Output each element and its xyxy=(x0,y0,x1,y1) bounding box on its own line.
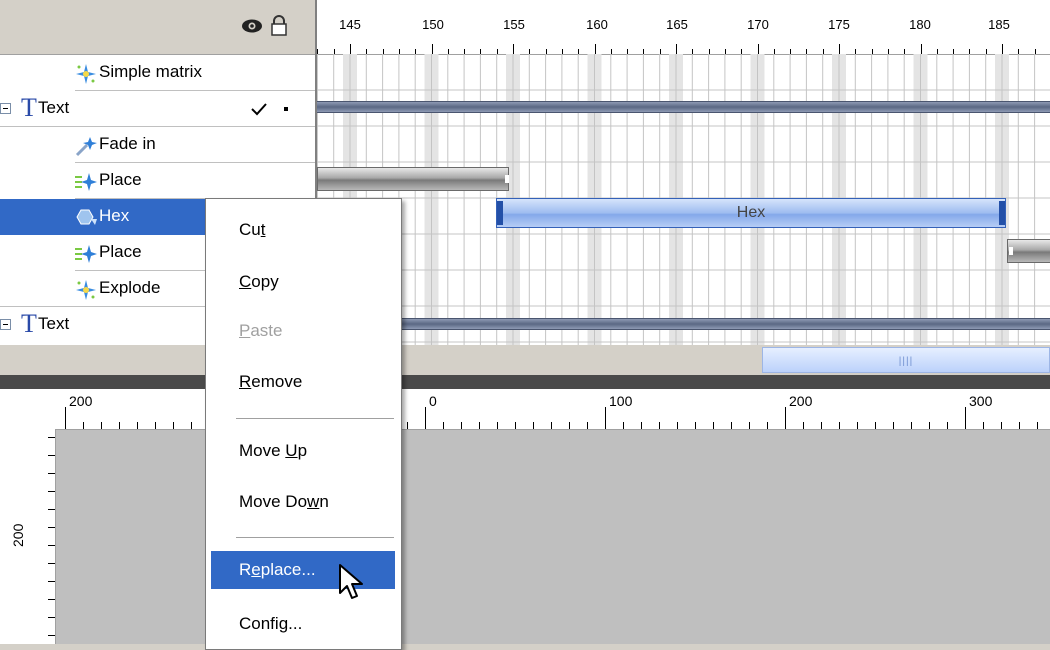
frame-ruler[interactable]: 145 150 155 160 165 170 175 180 185 xyxy=(317,0,1050,55)
frame-label: 180 xyxy=(909,17,931,32)
ruler-label: 300 xyxy=(969,393,993,409)
hex-clip[interactable]: Hex xyxy=(496,198,1006,228)
ruler-label: 200 xyxy=(10,523,26,547)
tree-item-label: Place xyxy=(99,242,142,261)
ruler-label: 200 xyxy=(69,393,93,409)
tree-item-label: Hex xyxy=(99,206,130,225)
layer-tree-header xyxy=(0,0,315,55)
collapse-toggle-icon[interactable] xyxy=(0,103,11,114)
text-layer-track-bar[interactable] xyxy=(317,101,1050,113)
menu-item-paste: Paste xyxy=(239,321,283,340)
tree-item-simple-matrix[interactable]: Simple matrix xyxy=(0,55,315,91)
ruler-label: 100 xyxy=(609,393,633,409)
vertical-ruler[interactable]: 200 xyxy=(0,429,56,644)
tree-item-label: Text xyxy=(38,98,70,117)
mouse-cursor-arrow-icon xyxy=(338,563,364,608)
frame-label: 185 xyxy=(988,17,1010,32)
sparkle-effect-icon xyxy=(75,279,97,301)
menu-item-move-up[interactable]: Move Up xyxy=(206,432,399,470)
place-arrow-icon xyxy=(75,243,97,265)
menu-item-remove[interactable]: Remove xyxy=(206,363,399,401)
frame-label: 155 xyxy=(503,17,525,32)
menu-item-move-down[interactable]: Move Down xyxy=(206,483,399,521)
hex-clip-label: Hex xyxy=(736,204,766,221)
frame-label: 165 xyxy=(666,17,688,32)
timeline-panel[interactable]: 145 150 155 160 165 170 175 180 185 Hex xyxy=(315,0,1050,345)
panel-splitter[interactable] xyxy=(0,375,1050,389)
frame-label: 160 xyxy=(586,17,608,32)
menu-item-cut[interactable]: Cut xyxy=(206,211,399,249)
text-T-icon: T xyxy=(21,93,37,122)
frame-label: 175 xyxy=(828,17,850,32)
frame-label: 150 xyxy=(422,17,444,32)
menu-separator xyxy=(236,418,394,422)
tree-item-label: Place xyxy=(99,170,142,189)
tree-item-label: Simple matrix xyxy=(99,62,202,81)
ruler-label: 0 xyxy=(429,393,437,409)
timeline-scrollbar-thumb[interactable]: |||| xyxy=(762,347,1050,373)
text-T-icon: T xyxy=(21,309,37,338)
collapse-toggle-icon[interactable] xyxy=(0,319,11,330)
hex-effect-icon xyxy=(75,207,97,229)
sparkle-effect-icon xyxy=(75,63,97,85)
frame-label: 170 xyxy=(747,17,769,32)
fade-wand-icon xyxy=(75,135,97,157)
lock-icon[interactable] xyxy=(270,15,288,42)
tree-item-text-layer[interactable]: T Text xyxy=(0,91,315,127)
visibility-eye-icon[interactable] xyxy=(240,16,264,41)
place-clip[interactable] xyxy=(317,167,509,191)
menu-separator xyxy=(236,537,394,541)
ruler-label: 200 xyxy=(789,393,813,409)
tree-item-label: Text xyxy=(38,314,70,333)
lock-dot-icon[interactable] xyxy=(284,107,288,111)
place-arrow-icon xyxy=(75,171,97,193)
menu-item-replace-highlighted[interactable]: Replace... xyxy=(211,551,395,589)
ruler-corner xyxy=(0,389,55,429)
context-menu: Cut Copy Paste Remove Move Up Move Down … xyxy=(205,198,402,650)
frame-label: 145 xyxy=(339,17,361,32)
tree-item-place[interactable]: Place xyxy=(0,163,315,199)
menu-item-copy[interactable]: Copy xyxy=(206,263,399,301)
checkmark-icon[interactable] xyxy=(250,101,268,122)
text-layer-track-bar-2[interactable] xyxy=(317,318,1050,330)
tree-item-fade-in[interactable]: Fade in xyxy=(0,127,315,163)
place-clip-2[interactable] xyxy=(1007,239,1050,263)
tree-item-label: Fade in xyxy=(99,134,156,153)
tree-item-label: Explode xyxy=(99,278,161,297)
menu-item-config[interactable]: Config... xyxy=(206,605,399,643)
